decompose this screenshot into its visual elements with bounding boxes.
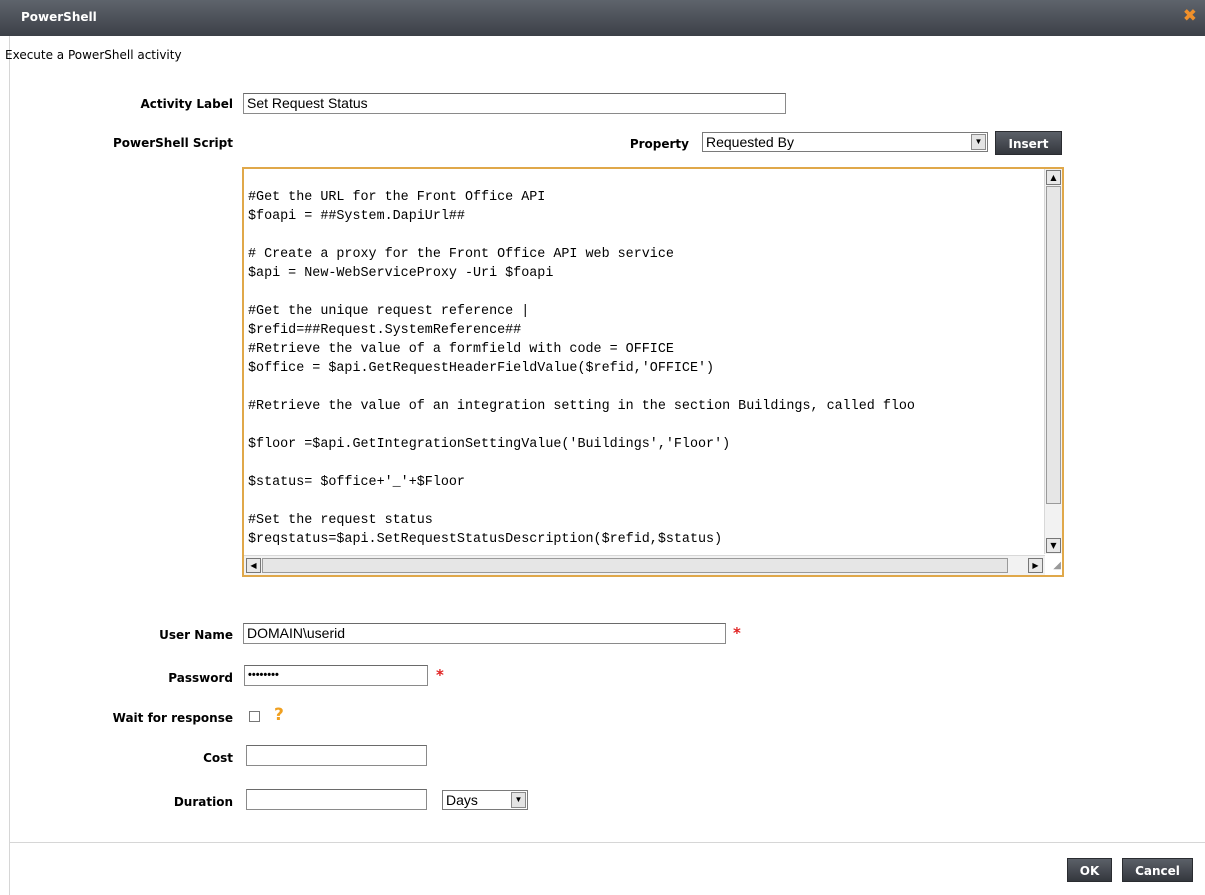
insert-button[interactable]: Insert [995, 131, 1062, 155]
resize-grip-icon[interactable]: ◢ [1045, 557, 1061, 574]
powershell-script-label: PowerShell Script [112, 136, 233, 150]
left-divider [9, 36, 10, 895]
vertical-scrollbar[interactable]: ▲ ▼ [1044, 169, 1062, 554]
duration-label: Duration [173, 795, 233, 809]
horizontal-scrollbar[interactable]: ◀ ▶ [244, 555, 1045, 575]
scroll-left-icon[interactable]: ◀ [246, 558, 261, 573]
password-label: Password [168, 671, 233, 685]
close-icon[interactable]: ✖ [1183, 8, 1197, 25]
dialog-description: Execute a PowerShell activity [5, 48, 182, 62]
user-name-label: User Name [159, 628, 233, 642]
ok-button[interactable]: OK [1067, 858, 1112, 882]
script-textarea[interactable]: #Get the URL for the Front Office API $f… [242, 167, 1064, 577]
property-select[interactable]: Requested By ▼ [702, 132, 988, 152]
script-code[interactable]: #Get the URL for the Front Office API $f… [248, 188, 1043, 550]
scroll-up-icon[interactable]: ▲ [1046, 170, 1061, 185]
user-name-input[interactable]: DOMAIN\userid [243, 623, 726, 644]
scroll-right-icon[interactable]: ▶ [1028, 558, 1043, 573]
vertical-scroll-thumb[interactable] [1046, 186, 1061, 504]
cost-input[interactable] [246, 745, 427, 766]
dialog-title: PowerShell [21, 10, 97, 24]
dialog-titlebar: PowerShell ✖ [0, 0, 1205, 36]
help-icon[interactable]: ? [274, 705, 284, 725]
required-asterisk: * [436, 666, 444, 684]
cancel-button[interactable]: Cancel [1122, 858, 1193, 882]
duration-input[interactable] [246, 789, 427, 810]
required-asterisk: * [733, 624, 741, 642]
chevron-down-icon[interactable]: ▼ [971, 134, 986, 150]
wait-for-response-label: Wait for response [112, 711, 233, 725]
chevron-down-icon[interactable]: ▼ [511, 792, 526, 808]
horizontal-scroll-thumb[interactable] [262, 558, 1008, 573]
footer-divider [10, 842, 1205, 843]
scroll-down-icon[interactable]: ▼ [1046, 538, 1061, 553]
wait-for-response-checkbox[interactable] [249, 711, 260, 722]
duration-unit-value: Days [446, 792, 478, 808]
activity-label-input[interactable]: Set Request Status [243, 93, 786, 114]
cost-label: Cost [203, 751, 233, 765]
property-select-value: Requested By [706, 134, 794, 150]
duration-unit-select[interactable]: Days ▼ [442, 790, 528, 810]
property-label: Property [629, 137, 689, 151]
password-input[interactable]: •••••••• [244, 665, 428, 686]
activity-label-label: Activity Label [140, 97, 233, 111]
